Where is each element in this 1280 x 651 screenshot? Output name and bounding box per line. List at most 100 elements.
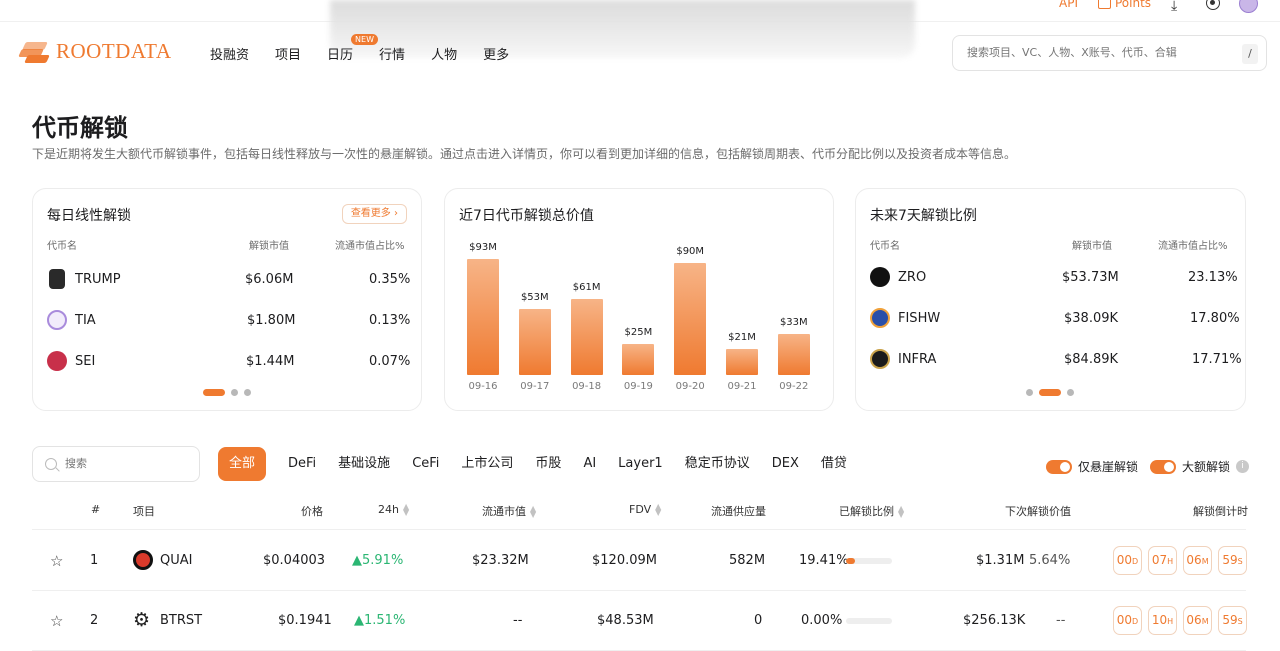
bar-09-21[interactable] [726,348,758,375]
th-countdown: 解锁倒计时 [1193,505,1248,518]
tab-all[interactable]: 全部 [218,447,267,481]
nav-item-calendar[interactable]: 日历 NEW [327,34,378,63]
cliff-only-toggle[interactable]: 仅悬崖解锁 [1046,458,1138,475]
list-item[interactable]: ZRO $53.73M 23.13% [870,265,1238,289]
col-header-token: 代币名 [47,241,77,252]
main-header: ROOTDATA 投融资 项目 日历 NEW 行情 人物 更多 / [0,22,1280,82]
list-item[interactable]: FISHW $38.09K 17.80% [870,306,1240,330]
token-name: TIA [75,313,96,328]
table-search[interactable] [32,446,200,482]
cliff-only-switch[interactable] [1046,459,1072,474]
token-name: SEI [75,354,96,369]
table-search-input[interactable] [65,457,185,470]
countdown-value: 10 [1151,613,1168,627]
market-cap: -- [513,613,523,628]
carousel-dot[interactable] [1026,389,1033,396]
countdown-days: 00D [1113,546,1142,575]
tab-defi[interactable]: DeFi [288,447,316,481]
th-24h[interactable]: 24h ▲ ▼ [378,503,409,517]
search-shortcut-key: / [1242,44,1258,64]
tab-ai[interactable]: AI [583,447,596,481]
bar-09-22[interactable] [777,333,810,375]
nav-item-projects[interactable]: 项目 [275,44,301,63]
x-tick-label: 09-21 [727,381,757,392]
large-unlock-toggle[interactable]: 大额解锁 i [1150,458,1250,475]
countdown-value: 00 [1116,613,1133,627]
rank: 2 [90,613,99,628]
bar-09-20[interactable] [674,262,707,375]
nav-item-more[interactable]: 更多 [483,44,509,63]
bar-value-label: $21M [728,331,756,343]
carousel-dot[interactable] [244,389,251,396]
carousel-dots [203,389,251,396]
nav-item-market[interactable]: 行情 [379,44,405,63]
carousel-dots [1026,389,1074,396]
list-item[interactable]: TIA $1.80M 0.13% [47,308,410,332]
x-tick-label: 09-16 [468,381,498,392]
tab-cefi[interactable]: CeFi [412,447,439,481]
carousel-dot[interactable] [231,389,238,396]
global-search[interactable]: / [952,35,1267,71]
th-fdv-label: FDV [629,503,652,516]
trump-token-icon [49,269,65,289]
logo[interactable]: ROOTDATA [18,39,171,64]
favorite-star-icon[interactable]: ☆ [50,552,63,570]
countdown-minutes: 06M [1183,606,1212,635]
tab-lending[interactable]: 借贷 [821,447,847,481]
carousel-dot-active[interactable] [203,389,225,396]
th-mcap[interactable]: 流通市值 ▲ ▼ [482,503,536,519]
table-row[interactable]: ☆ 1 QUAI $0.04003 ▲5.91% $23.32M $120.09… [32,531,1247,591]
view-more-button[interactable]: 查看更多 › [341,204,407,224]
download-icon[interactable]: ⤓ [1171,0,1177,14]
next-unlock-pct: 5.64% [1029,553,1071,568]
carousel-dot-active[interactable] [1039,389,1061,396]
large-unlock-switch[interactable] [1150,459,1176,474]
countdown: 00D 07H 06M 59S [1113,546,1247,575]
theme-icon[interactable] [1206,0,1220,10]
bar-value-label: $93M [469,241,497,253]
th-unlocked[interactable]: 已解锁比例 ▲ ▼ [839,503,904,519]
tab-dex[interactable]: DEX [772,447,799,481]
points-link[interactable]: Points [1098,0,1151,10]
project-name[interactable]: BTRST [160,613,202,628]
token-name: TRUMP [75,272,121,287]
countdown-value: 59 [1222,553,1238,567]
tab-layer1[interactable]: Layer1 [618,447,663,481]
unlocked-progress-bar [846,618,892,624]
rank: 1 [90,553,99,568]
list-item[interactable]: SEI $1.44M 0.07% [47,349,410,373]
large-unlock-label: 大额解锁 [1182,460,1231,474]
table-row[interactable]: ☆ 2 ⚙ BTRST $0.1941 ▲1.51% -- $48.53M 0 … [32,591,1247,651]
list-item[interactable]: TRUMP $6.06M 0.35% [47,267,410,291]
nav-item-people[interactable]: 人物 [431,44,457,63]
tab-coin-stocks[interactable]: 币股 [535,447,561,481]
global-search-input[interactable] [967,46,1237,59]
avatar[interactable] [1239,0,1258,13]
bar-09-19[interactable] [622,343,655,375]
api-link[interactable]: API [1059,0,1078,10]
favorite-star-icon[interactable]: ☆ [50,612,63,630]
th-fdv[interactable]: FDV ▲ ▼ [629,503,661,517]
tab-listed-companies[interactable]: 上市公司 [461,447,513,481]
th-next-value: 下次解锁价值 [1005,505,1071,518]
bar-chart: $93M 09-16 $53M 09-17 $61M 09-18 $25M 09-19 $90M… [459,239,835,392]
info-icon[interactable]: i [1236,460,1250,473]
zro-token-icon [870,267,890,287]
unlocked-pct: 19.41% [799,553,849,568]
th-mcap-label: 流通市值 [482,505,526,518]
sort-icon: ▲ ▼ [898,504,905,519]
next-unlock-value: $1.31M [976,553,1025,568]
countdown-minutes: 06M [1183,546,1212,575]
bar-09-16[interactable] [467,258,499,375]
nav-item-funding[interactable]: 投融资 [210,44,249,63]
list-item[interactable]: INFRA $84.89K 17.71% [870,347,1242,371]
tab-stablecoin[interactable]: 稳定币协议 [685,447,750,481]
countdown-unit: S [1237,617,1243,626]
col-header-unlock-value: 解锁市值 [249,241,289,252]
card-title: 近7日代币解锁总价值 [459,208,594,224]
carousel-dot[interactable] [1067,389,1074,396]
bar-09-17[interactable] [518,308,551,375]
bar-09-18[interactable] [570,298,603,375]
tab-infrastructure[interactable]: 基础设施 [338,447,390,481]
project-name[interactable]: QUAI [160,553,192,568]
